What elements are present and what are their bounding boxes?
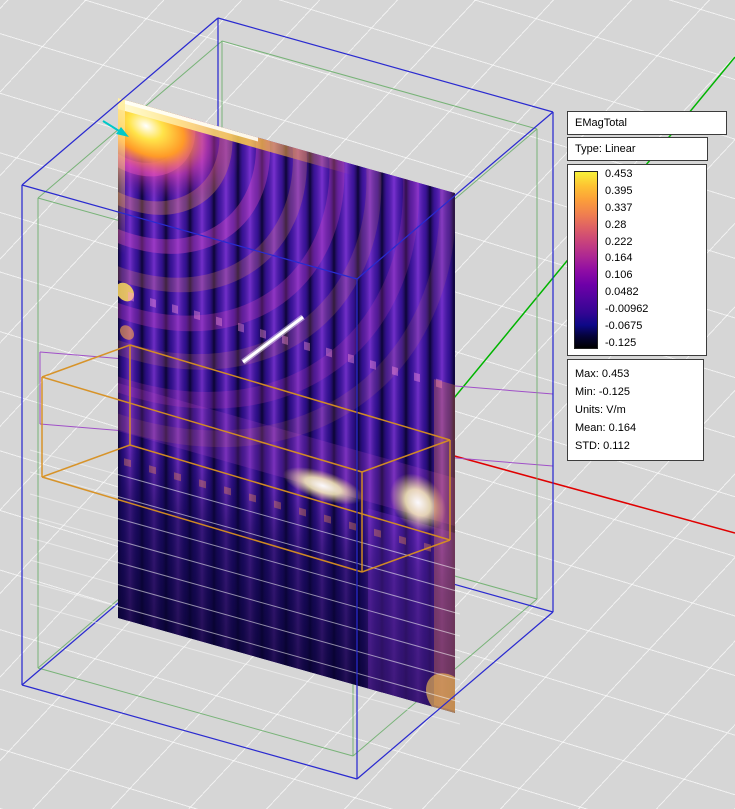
legend-scale-type: Type: Linear <box>575 143 636 155</box>
legend-title-box[interactable]: EMagTotal <box>567 111 727 135</box>
legend-scale-type-box[interactable]: Type: Linear <box>567 137 708 161</box>
stat-mean: Mean: 0.164 <box>575 419 696 437</box>
field-plot-legend[interactable]: EMagTotal Type: Linear 0.453 0.395 0.337… <box>567 111 727 461</box>
scale-tick: -0.125 <box>605 338 648 349</box>
x-axis <box>440 452 735 533</box>
scale-tick: 0.28 <box>605 220 648 231</box>
stat-units: Units: V/m <box>575 401 696 419</box>
colorbar <box>574 171 598 349</box>
scale-tick: 0.164 <box>605 253 648 264</box>
scale-tick: 0.453 <box>605 169 648 180</box>
modeler-viewport[interactable]: EMagTotal Type: Linear 0.453 0.395 0.337… <box>0 0 735 809</box>
scale-tick: 0.0482 <box>605 287 648 298</box>
stat-max: Max: 0.453 <box>575 365 696 383</box>
legend-stats-box[interactable]: Max: 0.453 Min: -0.125 Units: V/m Mean: … <box>567 359 704 461</box>
scale-tick: -0.00962 <box>605 304 648 315</box>
legend-colorbar-box[interactable]: 0.453 0.395 0.337 0.28 0.222 0.164 0.106… <box>567 164 707 356</box>
scale-tick: 0.222 <box>605 237 648 248</box>
colorbar-tick-labels: 0.453 0.395 0.337 0.28 0.222 0.164 0.106… <box>605 169 648 349</box>
scale-tick: -0.0675 <box>605 321 648 332</box>
legend-title: EMagTotal <box>575 117 627 129</box>
scale-tick: 0.106 <box>605 270 648 281</box>
scale-tick: 0.395 <box>605 186 648 197</box>
stat-std: STD: 0.112 <box>575 437 696 455</box>
scale-tick: 0.337 <box>605 203 648 214</box>
stat-min: Min: -0.125 <box>575 383 696 401</box>
